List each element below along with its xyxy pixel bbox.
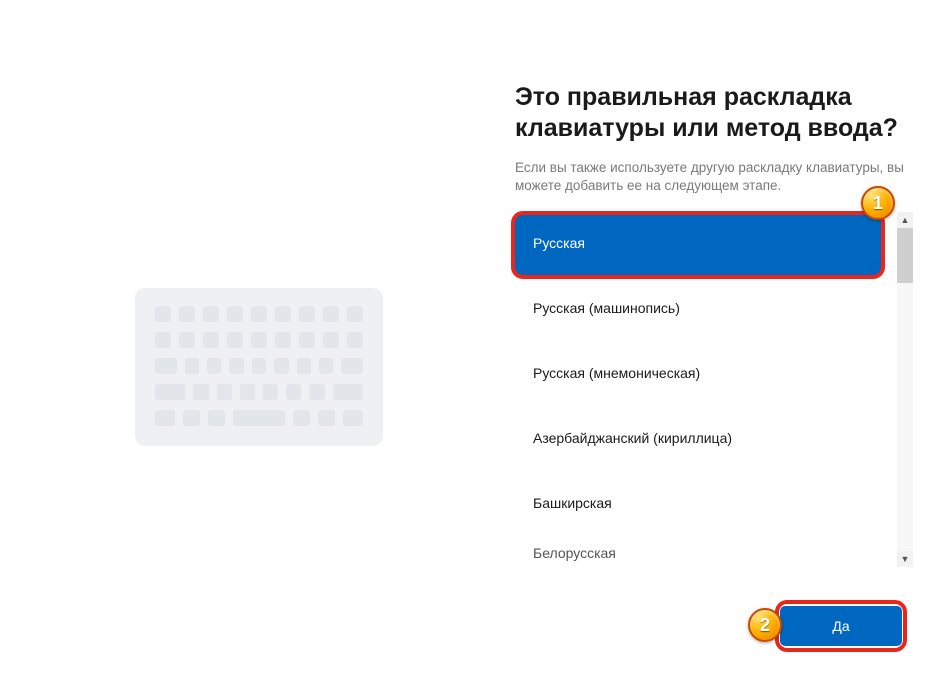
- layout-item-label: Азербайджанский (кириллица): [533, 430, 732, 446]
- layout-item[interactable]: Русская (машинопись): [515, 277, 881, 340]
- scrollbar[interactable]: ▲ ▼: [897, 212, 913, 567]
- annotation-badge-2: 2: [748, 608, 782, 642]
- scroll-down-icon[interactable]: ▼: [897, 551, 913, 567]
- layout-item-label: Русская (машинопись): [533, 300, 680, 316]
- page-title: Это правильная раскладка клавиатуры или …: [515, 82, 915, 145]
- scroll-up-icon[interactable]: ▲: [897, 212, 913, 228]
- keyboard-layout-list: Русская Русская (машинопись) Русская (мнем…: [515, 212, 913, 567]
- layout-item[interactable]: Азербайджанский (кириллица): [515, 407, 881, 470]
- layout-item-label: Башкирская: [533, 495, 612, 511]
- scrollbar-thumb[interactable]: [897, 228, 913, 283]
- layout-item-label: Белорусская: [533, 545, 616, 561]
- layout-item[interactable]: Русская (мнемоническая): [515, 342, 881, 405]
- page-subtitle: Если вы также используете другую расклад…: [515, 159, 915, 197]
- layout-item[interactable]: Башкирская: [515, 472, 881, 535]
- layout-item-label: Русская: [533, 235, 585, 251]
- layout-item-label: Русская (мнемоническая): [533, 365, 700, 381]
- keyboard-illustration: [135, 288, 383, 446]
- layout-item[interactable]: Белорусская: [515, 537, 881, 567]
- yes-button[interactable]: Да: [780, 606, 902, 646]
- layout-item[interactable]: Русская: [515, 212, 881, 275]
